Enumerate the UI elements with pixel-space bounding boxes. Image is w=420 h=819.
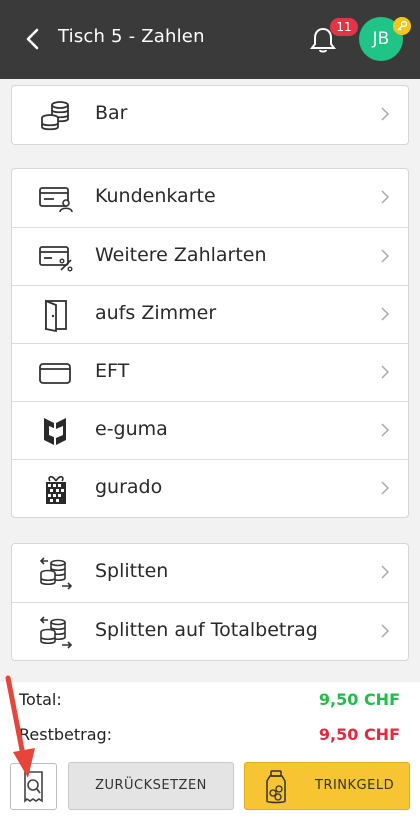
split-coins-icon	[39, 557, 73, 590]
chevron-right-icon	[381, 365, 390, 379]
notification-badge: 11	[330, 18, 358, 36]
chevron-right-icon	[381, 624, 390, 638]
page-title: Tisch 5 - Zahlen	[58, 26, 205, 47]
payment-option-label: Bar	[95, 102, 128, 124]
payment-option-weitere-zahlarten[interactable]: Weitere Zahlarten	[12, 227, 408, 285]
payment-option-gurado[interactable]: gurado	[12, 459, 408, 517]
app-header: Tisch 5 - Zahlen 11 JB	[0, 0, 420, 79]
payment-option-label: e-guma	[95, 418, 168, 440]
payment-option-label: Kundenkarte	[95, 185, 216, 207]
payment-group-cash: Bar	[11, 85, 409, 145]
payment-option-splitten[interactable]: Splitten	[12, 544, 408, 602]
credit-card-icon	[39, 363, 71, 384]
door-icon	[45, 299, 67, 332]
rest-value: 9,50 CHF	[318, 725, 400, 744]
chevron-right-icon	[381, 423, 390, 437]
tip-jar-icon	[266, 770, 286, 804]
chevron-right-icon	[381, 565, 390, 579]
card-percent-icon	[39, 246, 73, 272]
split-coins-icon	[39, 616, 73, 649]
chevron-right-icon	[381, 107, 390, 121]
tip-button[interactable]: TRINKGELD	[244, 762, 410, 810]
payment-group-methods: Kundenkarte Weitere Zahlarten aufs Zimme…	[11, 168, 409, 518]
payment-option-eft[interactable]: EFT	[12, 343, 408, 401]
coins-icon	[41, 101, 69, 131]
payment-option-kundenkarte[interactable]: Kundenkarte	[12, 169, 408, 227]
reset-button[interactable]: ZURÜCKSETZEN	[68, 762, 234, 810]
total-value: 9,50 CHF	[318, 690, 400, 709]
chevron-right-icon	[381, 481, 390, 495]
customer-card-icon	[39, 187, 73, 213]
chevron-right-icon	[381, 249, 390, 263]
payment-option-bar[interactable]: Bar	[12, 86, 408, 144]
payment-option-splitten-auf-totalbetrag[interactable]: Splitten auf Totalbetrag	[12, 602, 408, 660]
annotation-arrow-icon	[5, 675, 35, 778]
chevron-right-icon	[381, 190, 390, 204]
payment-option-label: Splitten auf Totalbetrag	[95, 619, 318, 641]
payment-group-split: Splitten Splitten auf Totalbetrag	[11, 543, 409, 661]
payment-option-label: EFT	[95, 360, 130, 382]
payment-option-e-guma[interactable]: e-guma	[12, 401, 408, 459]
payment-option-aufs-zimmer[interactable]: aufs Zimmer	[12, 285, 408, 343]
chevron-right-icon	[381, 307, 390, 321]
gift-icon	[46, 476, 66, 504]
payment-option-label: Splitten	[95, 560, 169, 582]
payment-option-label: aufs Zimmer	[95, 302, 217, 324]
payment-option-label: Weitere Zahlarten	[95, 244, 267, 266]
payment-option-label: gurado	[95, 476, 163, 498]
key-icon	[393, 17, 411, 35]
eguma-logo-icon	[44, 418, 66, 445]
tip-button-label: TRINKGELD	[315, 778, 395, 793]
back-arrow-icon[interactable]	[20, 24, 46, 54]
